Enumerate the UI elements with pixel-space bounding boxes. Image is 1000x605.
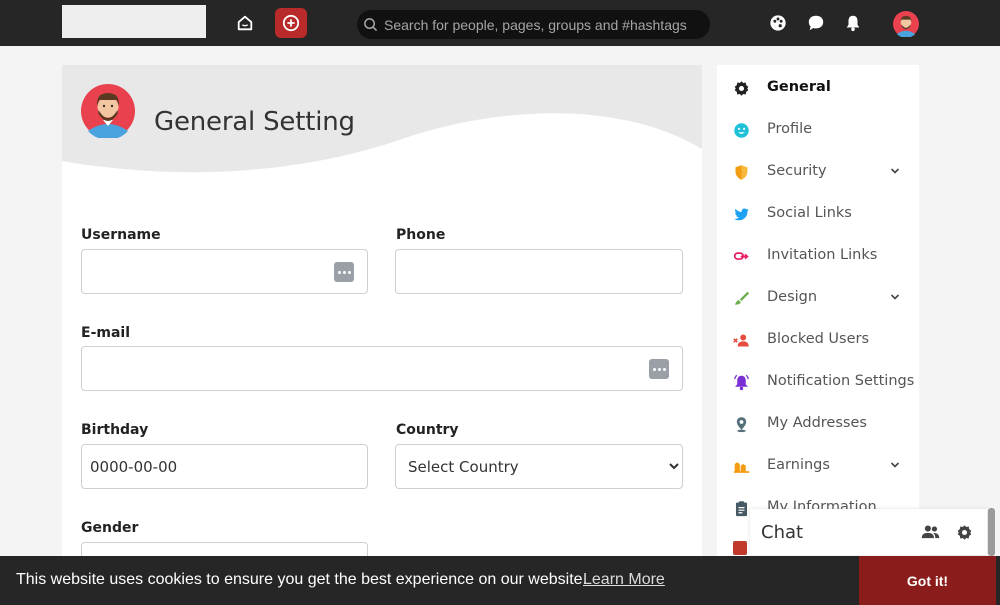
site-logo[interactable] (62, 5, 206, 38)
home-icon[interactable] (232, 10, 258, 36)
chat-title: Chat (761, 522, 804, 543)
sidebar-item-general[interactable]: General (717, 67, 919, 107)
sidebar-item-label: Invitation Links (767, 247, 878, 263)
chevron-down-icon (890, 168, 900, 174)
create-post-button[interactable] (275, 8, 307, 38)
sidebar-item-label: Earnings (767, 457, 830, 473)
cookie-banner: This website uses cookies to ensure you … (0, 556, 1000, 605)
got-it-button[interactable]: Got it! (859, 556, 996, 605)
block-user-icon (732, 331, 750, 349)
password-manager-icon[interactable] (649, 359, 669, 379)
map-pin-icon (732, 415, 750, 433)
chevron-down-icon (890, 462, 900, 468)
add-group-icon[interactable] (919, 522, 941, 542)
birthday-input[interactable] (82, 445, 367, 488)
country-select[interactable]: Select Country (396, 445, 682, 488)
brush-icon (732, 289, 750, 307)
twitter-icon (732, 205, 750, 223)
sidebar-item-invitation-links[interactable]: Invitation Links (717, 235, 919, 275)
cookie-message: This website uses cookies to ensure you … (16, 571, 587, 588)
email-input[interactable] (82, 347, 682, 390)
search-icon (364, 18, 378, 32)
sidebar-item-label: Design (767, 289, 818, 305)
username-label: Username (81, 227, 161, 243)
money-icon (732, 457, 750, 475)
card-header-wave (62, 65, 702, 173)
password-manager-icon[interactable] (334, 262, 354, 282)
bell-icon (732, 373, 750, 391)
birthday-label: Birthday (81, 422, 149, 438)
phone-input[interactable] (396, 250, 682, 293)
shield-icon (732, 163, 750, 181)
sidebar-item-earnings[interactable]: Earnings (717, 445, 919, 485)
scrollbar[interactable] (988, 508, 995, 556)
gear-icon (732, 79, 750, 97)
username-field[interactable] (81, 249, 368, 294)
page-title: General Setting (154, 107, 355, 137)
sidebar-item-label: Security (767, 163, 827, 179)
trash-icon (733, 541, 747, 555)
sidebar-item-label: My Addresses (767, 415, 867, 431)
country-label: Country (396, 422, 459, 438)
search-bar[interactable] (357, 10, 710, 39)
email-field[interactable] (81, 346, 683, 391)
sidebar-item-security[interactable]: Security (717, 151, 919, 191)
settings-card: General Setting Username Phone E-mail Bi… (62, 65, 702, 605)
gear-icon[interactable] (953, 522, 975, 542)
sidebar-item-my-addresses[interactable]: My Addresses (717, 403, 919, 443)
sidebar-item-profile[interactable]: Profile (717, 109, 919, 149)
chat-bubble-icon[interactable] (806, 13, 826, 33)
sidebar-item-label: Blocked Users (767, 331, 870, 347)
bell-icon[interactable] (843, 13, 863, 33)
sidebar-item-notification-settings[interactable]: Notification Settings (717, 361, 919, 401)
sidebar-item-label: Notification Settings (767, 373, 915, 389)
chat-widget[interactable]: Chat (750, 509, 987, 555)
country-field[interactable]: Select Country (395, 444, 683, 489)
birthday-field[interactable] (81, 444, 368, 489)
learn-more-link[interactable]: Learn More (583, 571, 665, 589)
profile-avatar (81, 84, 135, 140)
phone-label: Phone (396, 227, 446, 243)
gender-label: Gender (81, 520, 139, 536)
sidebar-item-design[interactable]: Design (717, 277, 919, 317)
email-label: E-mail (81, 325, 131, 341)
username-input[interactable] (82, 250, 367, 293)
sidebar-item-social-links[interactable]: Social Links (717, 193, 919, 233)
sidebar-item-label: General (767, 79, 831, 95)
smile-face-icon (732, 121, 750, 139)
avatar[interactable] (893, 11, 919, 38)
search-input[interactable] (384, 16, 694, 33)
link-icon (732, 247, 750, 265)
chevron-down-icon (890, 294, 900, 300)
plus-circle-icon (282, 14, 300, 32)
sidebar-item-blocked-users[interactable]: Blocked Users (717, 319, 919, 359)
phone-field[interactable] (395, 249, 683, 294)
clipboard-icon (732, 499, 750, 517)
palette-icon[interactable] (768, 13, 788, 33)
top-navbar (0, 0, 1000, 46)
sidebar-item-label: Profile (767, 121, 813, 137)
sidebar-item-label: Social Links (767, 205, 852, 221)
